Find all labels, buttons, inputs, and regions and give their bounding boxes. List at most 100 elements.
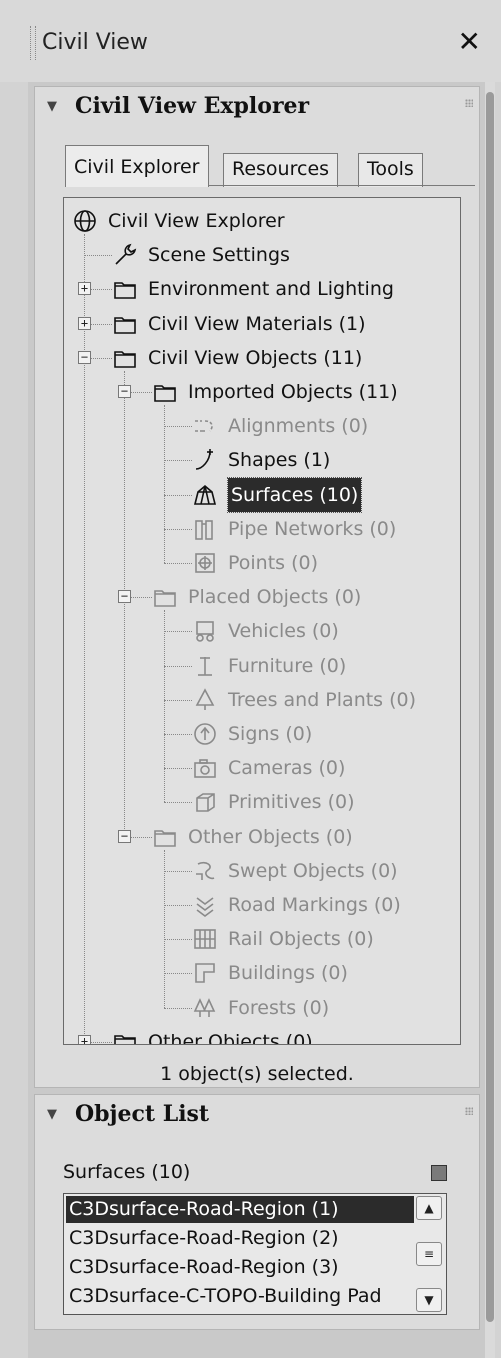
camera-icon [192, 755, 218, 781]
tree-item[interactable]: Cameras (0) [64, 751, 460, 785]
tree-item-label[interactable]: Surfaces (10) [226, 476, 363, 513]
folder-icon [152, 379, 178, 405]
tree-item-label[interactable]: Shapes (1) [228, 443, 330, 477]
tree-item[interactable]: Surfaces (10) [64, 476, 460, 513]
tree-item[interactable]: Road Markings (0) [64, 888, 460, 922]
panel-scroll-thumb[interactable] [486, 92, 494, 1322]
tree-item-label[interactable]: Imported Objects (11) [188, 375, 398, 409]
alignment-icon [192, 413, 218, 439]
panel-title: Civil View [42, 30, 148, 55]
list-item[interactable]: C3Dsurface-Road-Region (1) [66, 1196, 414, 1223]
tree-item-label[interactable]: Vehicles (0) [228, 614, 339, 648]
tree-item[interactable]: − Placed Objects (0) [64, 580, 460, 614]
tree-item-label[interactable]: Signs (0) [228, 717, 312, 751]
tree-item[interactable]: Shapes (1) [64, 443, 460, 477]
scroll-up-button[interactable]: ▲ [416, 1196, 442, 1220]
tree-item[interactable]: Rail Objects (0) [64, 922, 460, 956]
tree-item-label[interactable]: Trees and Plants (0) [228, 683, 416, 717]
object-listbox[interactable]: ▲ ≡ ▼ C3Dsurface-Road-Region (1) C3Dsurfa… [63, 1193, 447, 1315]
tree-item[interactable]: Swept Objects (0) [64, 854, 460, 888]
folder-icon [112, 276, 138, 302]
tree-item[interactable]: Forests (0) [64, 991, 460, 1025]
point-icon [192, 550, 218, 576]
expand-icon[interactable]: + [78, 316, 91, 330]
tree-item-label[interactable]: Buildings (0) [228, 956, 348, 990]
pipe-icon [192, 516, 218, 542]
drag-grip[interactable] [30, 26, 36, 60]
tree-item-label[interactable]: Primitives (0) [228, 785, 355, 819]
panel-titlebar: Civil View ✕ [0, 0, 501, 82]
tree-item-label[interactable]: Environment and Lighting [148, 272, 394, 306]
tree-item-label[interactable]: Scene Settings [148, 238, 290, 272]
tree-item[interactable]: Pipe Networks (0) [64, 512, 460, 546]
collapse-arrow-icon[interactable]: ▼ [47, 99, 57, 114]
shape-icon [192, 447, 218, 473]
list-item[interactable]: C3Dsurface-Road-Region (3) [66, 1254, 414, 1281]
selection-status: 1 object(s) selected. [160, 1063, 354, 1085]
tree-item[interactable]: − Civil View Objects (11) [64, 341, 460, 375]
tree-item-label[interactable]: Alignments (0) [228, 409, 368, 443]
tree-icon [192, 687, 218, 713]
scroll-down-button[interactable]: ▼ [416, 1288, 442, 1312]
tree-item-label[interactable]: Road Markings (0) [228, 888, 401, 922]
building-icon [192, 960, 218, 986]
tab-resources[interactable]: Resources [223, 153, 339, 187]
panel-scrollbar[interactable] [485, 82, 495, 1358]
tree-item-label[interactable]: Furniture (0) [228, 649, 346, 683]
tree-item-label[interactable]: Other Objects (0) [188, 820, 353, 854]
tree-item-label[interactable]: Pipe Networks (0) [228, 512, 396, 546]
tree-item[interactable]: + Civil View Materials (1) [64, 307, 460, 341]
section-grip-icon[interactable] [465, 1107, 473, 1115]
folder-icon [152, 824, 178, 850]
tree-item-label[interactable]: Placed Objects (0) [188, 580, 361, 614]
collapse-icon[interactable]: − [118, 829, 131, 843]
tree-item-label[interactable]: Points (0) [228, 546, 318, 580]
folder-icon [112, 311, 138, 337]
primitive-icon [192, 789, 218, 815]
tree-item-label[interactable]: Cameras (0) [228, 751, 345, 785]
object-list-label: Surfaces (10) [63, 1161, 191, 1183]
tree-item-label[interactable]: Civil View Materials (1) [148, 307, 366, 341]
scroll-thumb[interactable]: ≡ [416, 1242, 442, 1266]
tab-civil-explorer[interactable]: Civil Explorer [65, 145, 209, 187]
collapse-arrow-icon[interactable]: ▼ [47, 1107, 57, 1122]
close-button[interactable]: ✕ [458, 26, 481, 58]
object-list-header[interactable]: ▼ Object List [35, 1095, 479, 1141]
tree-item-label[interactable]: Civil View Objects (11) [148, 341, 362, 375]
vehicle-icon [192, 618, 218, 644]
tree-item[interactable]: Vehicles (0) [64, 614, 460, 648]
tree-root-label[interactable]: Civil View Explorer [108, 204, 285, 238]
tree-item[interactable]: Furniture (0) [64, 649, 460, 683]
tree-item[interactable]: − Other Objects (0) [64, 820, 460, 854]
expand-icon[interactable]: + [78, 1034, 91, 1044]
tree-item-label[interactable]: Rail Objects (0) [228, 922, 374, 956]
swept-icon [192, 858, 218, 884]
folder-icon [152, 584, 178, 610]
tree-item[interactable]: Alignments (0) [64, 409, 460, 443]
select-all-button[interactable] [431, 1165, 447, 1181]
tree-item[interactable]: Points (0) [64, 546, 460, 580]
list-item[interactable]: C3Dsurface-Road-Region (2) [66, 1225, 414, 1252]
tree-item-label[interactable]: Other Objects (0) [148, 1025, 313, 1044]
collapse-icon[interactable]: − [118, 590, 131, 604]
listbox-scrollbar[interactable]: ▲ ≡ ▼ [416, 1196, 444, 1312]
tree-item[interactable]: Primitives (0) [64, 785, 460, 819]
tree-item[interactable]: Buildings (0) [64, 956, 460, 990]
collapse-icon[interactable]: − [118, 385, 131, 398]
tree-item[interactable]: Signs (0) [64, 717, 460, 751]
expand-icon[interactable]: + [78, 282, 91, 296]
list-item[interactable]: C3Dsurface-C-TOPO-Building Pad [66, 1283, 414, 1310]
collapse-icon[interactable]: − [78, 350, 91, 364]
tree-item[interactable]: + Environment and Lighting [64, 272, 460, 306]
tree-item[interactable]: Trees and Plants (0) [64, 683, 460, 717]
tree-item-label[interactable]: Swept Objects (0) [228, 854, 398, 888]
tree-item[interactable]: + Other Objects (0) [64, 1025, 460, 1044]
tree-item[interactable]: − Imported Objects (11) [64, 375, 460, 409]
tree-item[interactable]: Scene Settings [64, 238, 460, 272]
explorer-section-header[interactable]: ▼ Civil View Explorer [35, 87, 479, 133]
section-grip-icon[interactable] [465, 99, 473, 107]
tree-item-label[interactable]: Forests (0) [228, 991, 329, 1025]
object-list-title: Object List [75, 1101, 210, 1127]
tab-tools[interactable]: Tools [358, 153, 423, 187]
road-marking-icon [192, 892, 218, 918]
